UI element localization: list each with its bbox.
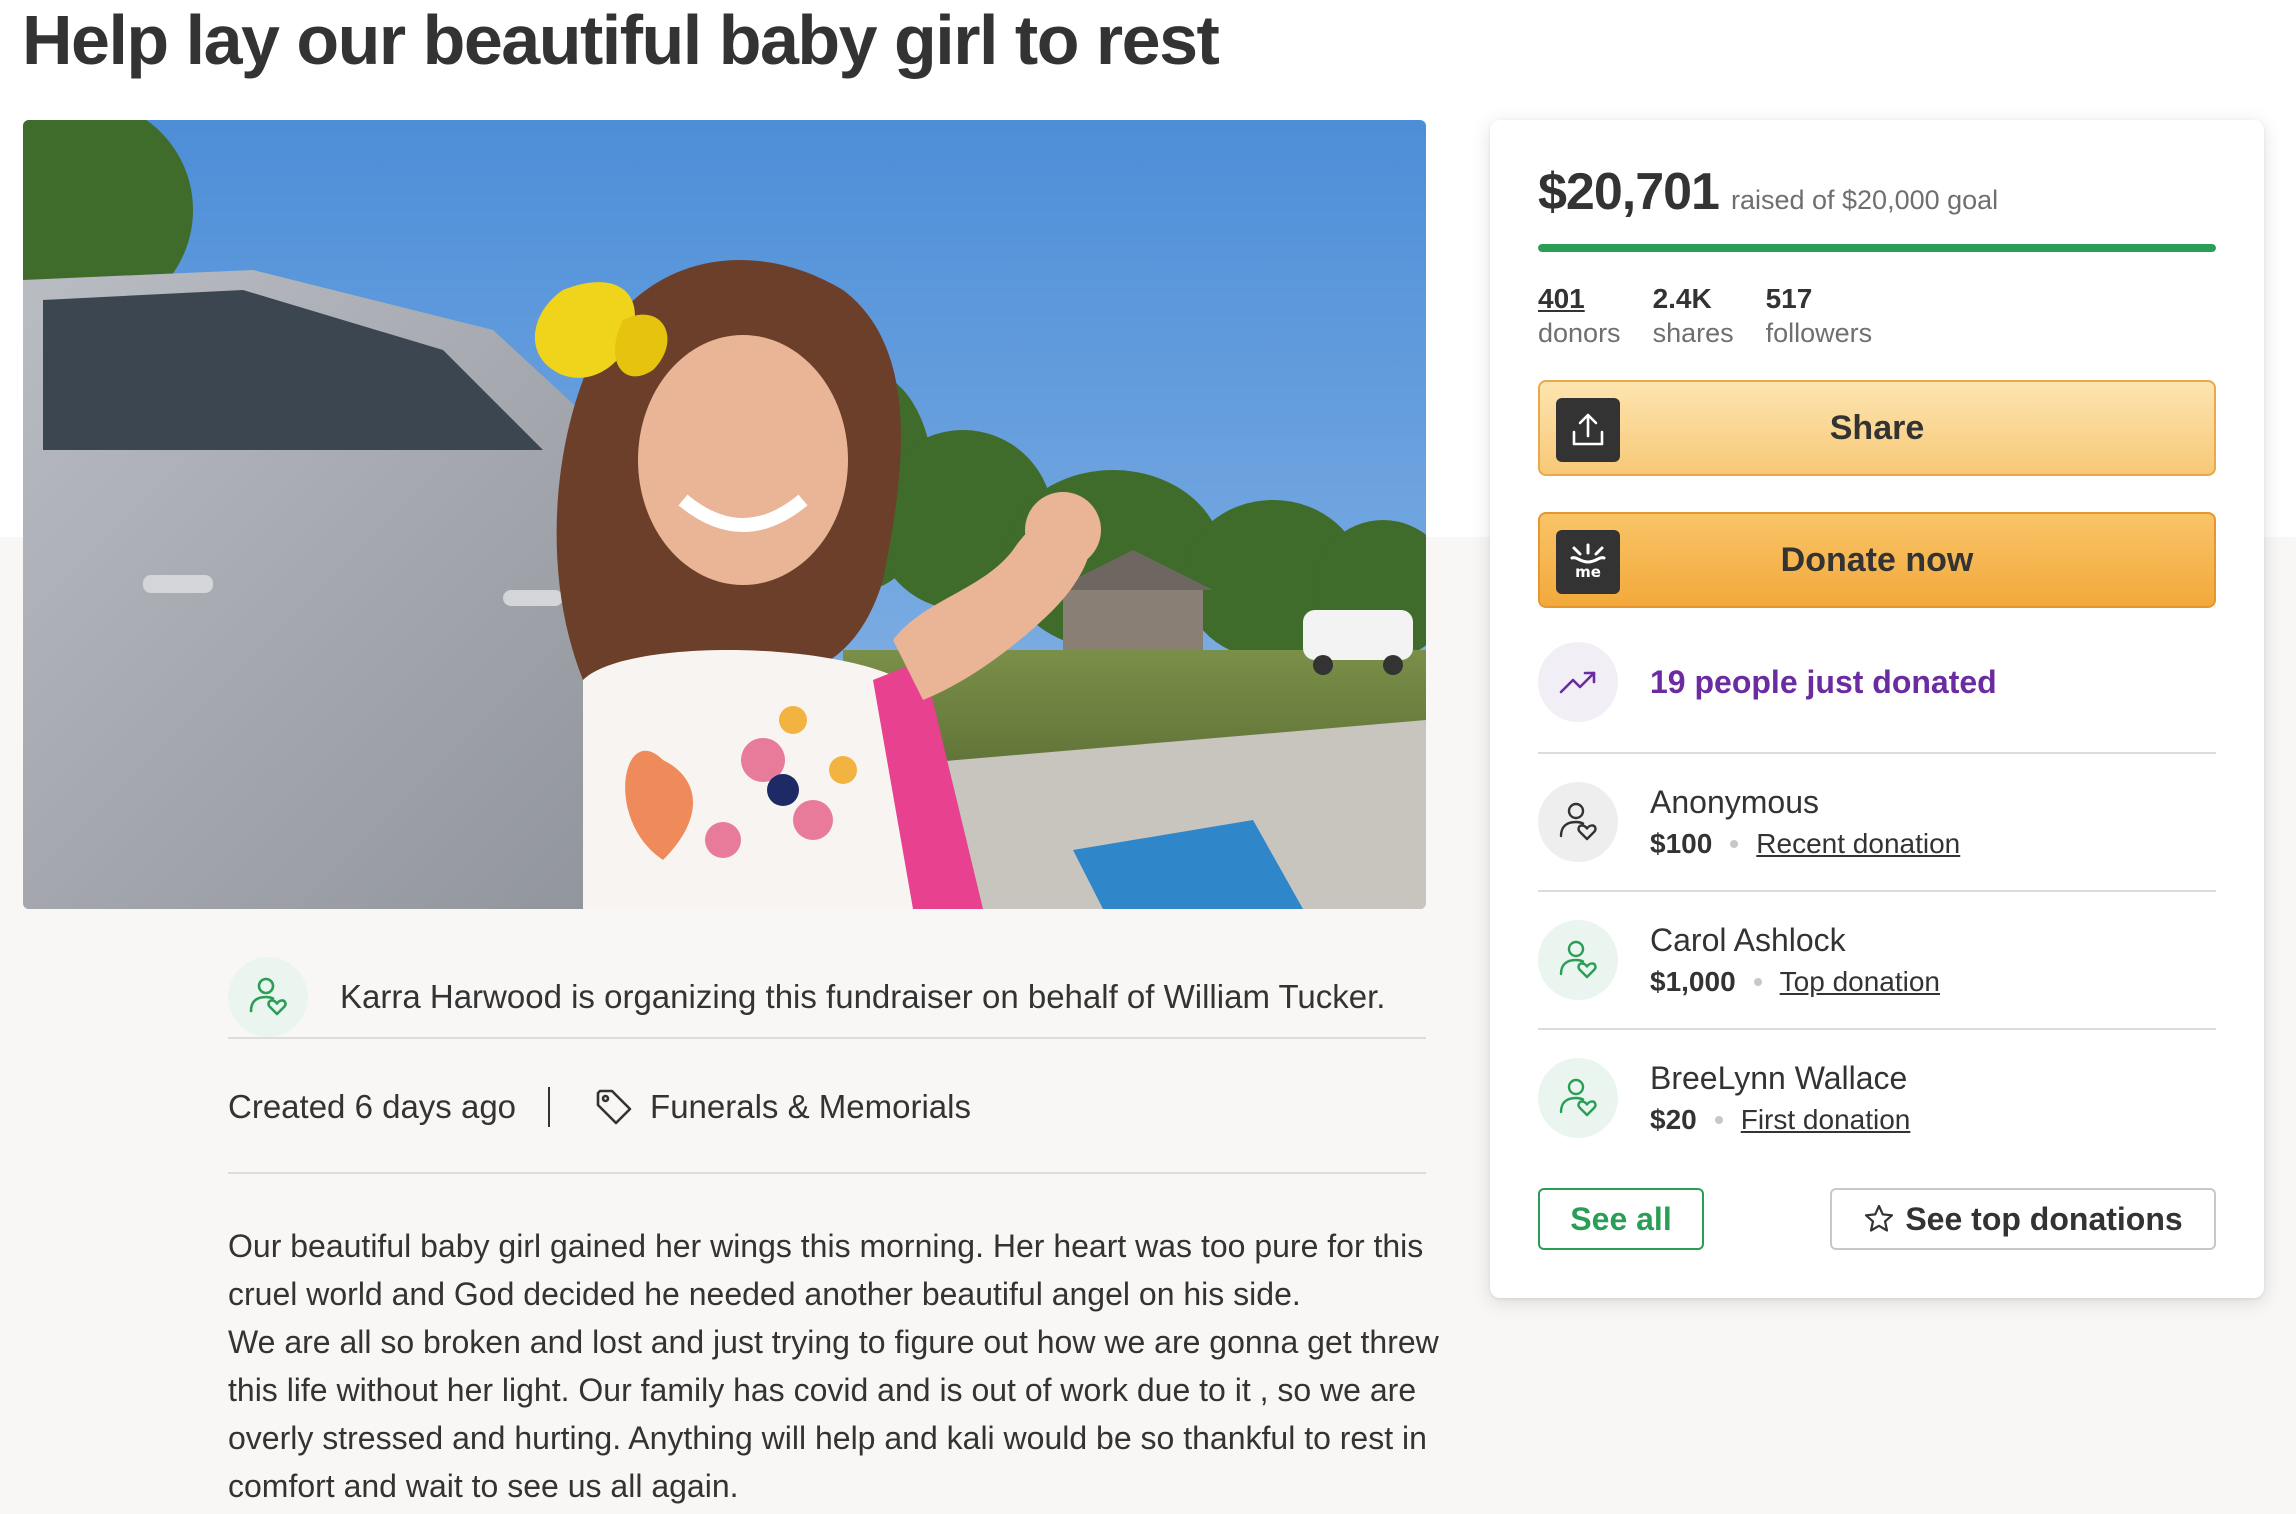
campaign-photo xyxy=(23,120,1426,909)
donor-detail: $1,000 Top donation xyxy=(1650,962,1940,1002)
donation-tag-link[interactable]: Top donation xyxy=(1780,962,1940,1002)
donor-info: Carol Ashlock $1,000 Top donation xyxy=(1650,918,1940,1002)
donor-heart-person-icon xyxy=(1538,920,1618,1000)
dot-separator xyxy=(1714,1116,1723,1124)
donor-info: BreeLynn Wallace $20 First donation xyxy=(1650,1056,1910,1140)
stat-shares: 2.4K shares xyxy=(1653,282,1734,350)
stat-donors[interactable]: 401 donors xyxy=(1538,282,1621,350)
stat-shares-value: 2.4K xyxy=(1652,283,1712,314)
donor-heart-person-icon xyxy=(1538,1058,1618,1138)
organizer-row: Karra Harwood is organizing this fundrai… xyxy=(228,956,1426,1038)
donor-amount: $20 xyxy=(1650,1104,1697,1135)
goal-text: raised of $20,000 goal xyxy=(1730,185,1999,215)
donor-detail: $20 First donation xyxy=(1650,1100,1910,1140)
recent-donations-trend: 19 people just donated xyxy=(1538,642,1997,722)
trending-up-icon xyxy=(1538,642,1618,722)
svg-text:me: me xyxy=(1575,563,1601,581)
donate-label: Donate now xyxy=(1780,540,1974,579)
donation-card: $20,701 raised of $20,000 goal 401 donor… xyxy=(1490,120,2264,1298)
stat-shares-label: shares xyxy=(1652,318,1734,348)
donor-name: BreeLynn Wallace xyxy=(1650,1060,1908,1096)
see-top-donations-button[interactable]: See top donations xyxy=(1830,1188,2216,1250)
progress-fill xyxy=(1538,244,2216,252)
organizer-text: Karra Harwood is organizing this fundrai… xyxy=(340,978,1386,1015)
stat-donors-value[interactable]: 401 xyxy=(1538,282,1621,316)
progress-bar xyxy=(1538,244,2216,252)
meta-separator xyxy=(548,1087,551,1127)
donor-amount: $1,000 xyxy=(1650,966,1736,997)
stat-followers-value: 517 xyxy=(1765,283,1813,314)
story-paragraph: Our beautiful baby girl gained her wings… xyxy=(228,1228,1424,1312)
amount-row: $20,701 raised of $20,000 goal xyxy=(1538,162,1998,222)
meta-row: Created 6 days ago Funerals & Memorials xyxy=(228,1080,1426,1134)
donor-name: Carol Ashlock xyxy=(1650,922,1846,958)
donation-item: Anonymous $100 Recent donation xyxy=(1538,752,2216,890)
donor-amount: $100 xyxy=(1650,828,1713,859)
page-title: Help lay our beautiful baby girl to rest xyxy=(22,1,1220,79)
share-label: Share xyxy=(1829,408,1925,447)
stat-donors-label: donors xyxy=(1538,318,1621,348)
dot-separator xyxy=(1753,978,1762,986)
stat-followers-label: followers xyxy=(1765,318,1873,348)
donate-now-button[interactable]: me Donate now xyxy=(1538,512,2216,608)
upload-share-icon xyxy=(1556,398,1620,462)
star-icon xyxy=(1865,1204,1894,1232)
donor-detail: $100 Recent donation xyxy=(1650,824,1960,864)
donor-name: Anonymous xyxy=(1650,784,1819,820)
donation-list: Anonymous $100 Recent donation Carol Ash… xyxy=(1538,752,2216,1166)
category-link[interactable]: Funerals & Memorials xyxy=(650,1088,971,1126)
stats-row: 401 donors 2.4K shares 517 followers xyxy=(1538,282,1904,350)
donation-tag-link[interactable]: First donation xyxy=(1741,1100,1911,1140)
story-paragraph: We are all so broken and lost and just t… xyxy=(228,1324,1439,1504)
trend-text: 19 people just donated xyxy=(1650,663,1997,700)
see-top-donations-label: See top donations xyxy=(1905,1200,2183,1237)
story-text: Our beautiful baby girl gained her wings… xyxy=(228,1222,1448,1510)
see-all-button[interactable]: See all xyxy=(1538,1188,1704,1250)
organizer-heart-person-icon xyxy=(228,957,308,1037)
donor-info: Anonymous $100 Recent donation xyxy=(1650,780,1960,864)
amount-raised: $20,701 xyxy=(1538,163,1720,221)
share-button[interactable]: Share xyxy=(1538,380,2216,476)
dot-separator xyxy=(1730,840,1739,848)
donation-item: BreeLynn Wallace $20 First donation xyxy=(1538,1028,2216,1166)
donation-tag-link[interactable]: Recent donation xyxy=(1756,824,1960,864)
stat-followers: 517 followers xyxy=(1766,282,1873,350)
divider xyxy=(228,1037,1426,1039)
divider xyxy=(228,1172,1426,1174)
donor-heart-person-icon xyxy=(1538,782,1618,862)
gofundme-logo-icon: me xyxy=(1556,530,1620,594)
created-date: Created 6 days ago xyxy=(228,1088,517,1125)
tag-icon xyxy=(594,1087,634,1127)
donation-item: Carol Ashlock $1,000 Top donation xyxy=(1538,890,2216,1028)
